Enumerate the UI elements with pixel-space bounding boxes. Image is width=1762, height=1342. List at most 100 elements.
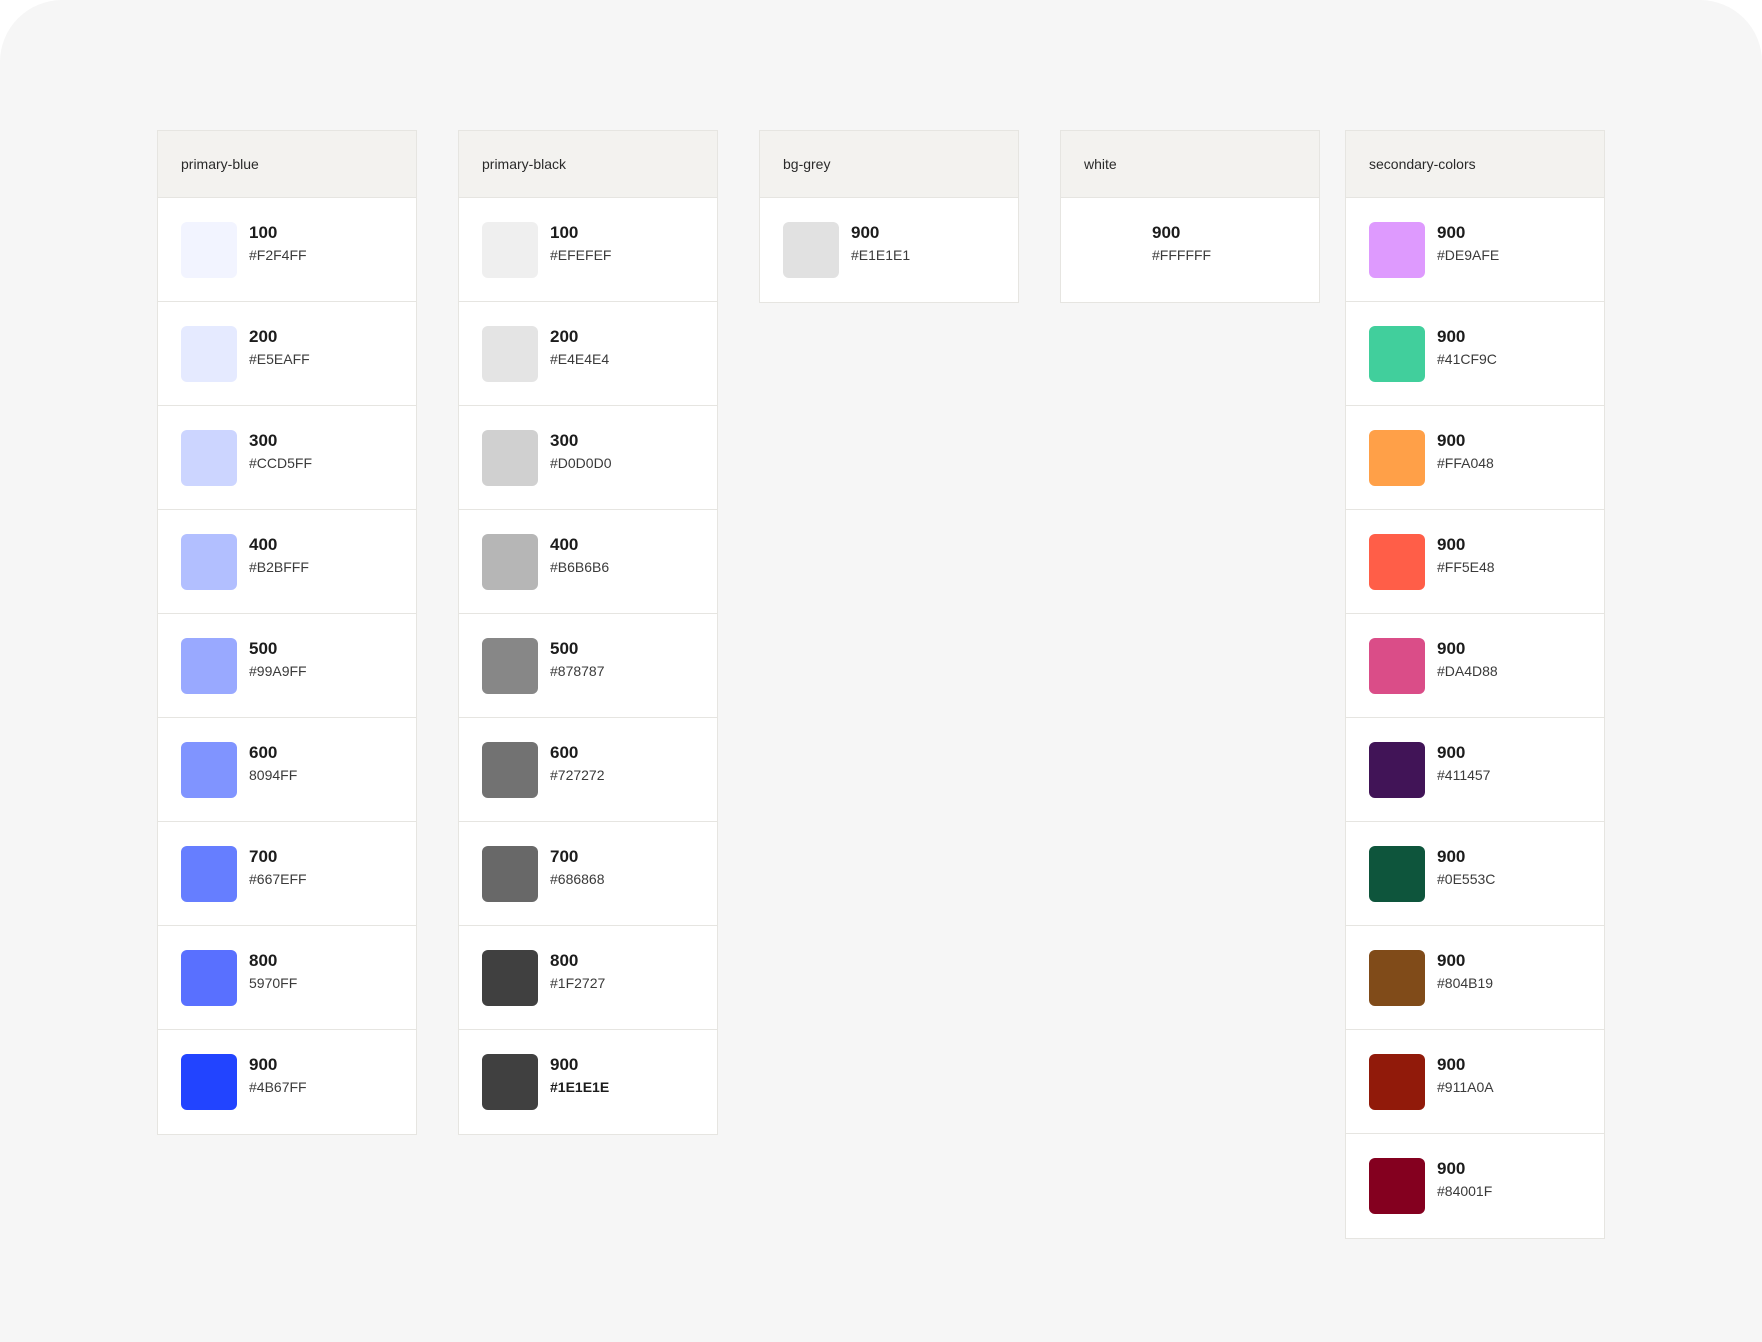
color-chip	[181, 845, 237, 902]
swatch-row: 400 #B2BFFF	[158, 510, 416, 614]
swatch-info: 900 #DE9AFE	[1437, 223, 1499, 265]
swatch-info: 100 #EFEFEF	[550, 223, 611, 265]
swatch-info: 300 #CCD5FF	[249, 431, 312, 473]
swatch-hex: #DE9AFE	[1437, 246, 1500, 263]
swatch-shade: 900	[1437, 638, 1466, 658]
swatch-info: 900 #411457	[1437, 743, 1490, 785]
swatch-shade: 900	[1437, 742, 1466, 762]
swatch-row: 900 #4B67FF	[158, 1030, 416, 1134]
palette-primary-black: primary-black 100 #EFEFEF 200 #E4E4E4 300 #D0D…	[458, 130, 718, 1135]
swatch-row: 400 #B6B6B6	[459, 510, 717, 614]
swatch-hex: #0E553C	[1437, 870, 1496, 887]
color-chip	[482, 533, 538, 590]
swatch-info: 300 #D0D0D0	[550, 431, 611, 473]
swatch-shade: 900	[1437, 534, 1466, 554]
swatch-hex: #FFA048	[1437, 454, 1494, 471]
color-chip	[1369, 1158, 1425, 1214]
swatch-hex: 8094FF	[249, 766, 298, 783]
swatch-info: 900 #84001F	[1437, 1159, 1492, 1201]
color-palette-canvas: primary-blue 100 #F2F4FF 200 #E5EAFF 300 #CCD5…	[0, 0, 1762, 1342]
swatch-info: 800 #1F2727	[550, 951, 605, 993]
color-chip	[482, 949, 538, 1006]
palette-primary-blue: primary-blue 100 #F2F4FF 200 #E5EAFF 300 #CCD5…	[157, 130, 417, 1135]
swatch-info: 400 #B6B6B6	[550, 535, 609, 577]
swatch-row: 900 #911A0A	[1346, 1030, 1604, 1134]
swatch-row: 700 #667EFF	[158, 822, 416, 926]
swatch-shade: 600	[249, 742, 278, 762]
swatch-shade: 500	[249, 638, 278, 658]
swatch-shade: 300	[550, 430, 579, 450]
swatch-hex: #E4E4E4	[550, 350, 610, 367]
swatch-row: 900 #1E1E1E	[459, 1030, 717, 1134]
swatch-hex: #FF5E48	[1437, 558, 1495, 575]
color-chip	[1369, 533, 1425, 590]
swatch-shade: 900	[1437, 222, 1466, 242]
color-chip	[1369, 1053, 1425, 1110]
swatch-info: 900 #DA4D88	[1437, 639, 1498, 681]
swatch-hex: #804B19	[1437, 974, 1494, 991]
swatch-info: 600 8094FF	[249, 743, 297, 785]
swatch-shade: 900	[1437, 950, 1466, 970]
color-chip	[181, 637, 237, 694]
swatch-hex: #1E1E1E	[550, 1079, 610, 1095]
palette-header: primary-black	[459, 131, 717, 198]
swatch-hex: #E5EAFF	[249, 350, 310, 367]
swatch-row: 200 #E5EAFF	[158, 302, 416, 406]
swatch-shade: 900	[1437, 1054, 1466, 1074]
swatch-hex: 5970FF	[249, 974, 298, 991]
swatch-shade: 200	[550, 326, 579, 346]
swatch-info: 900 #1E1E1E	[550, 1055, 609, 1097]
color-chip	[1369, 429, 1425, 486]
swatch-row: 500 #878787	[459, 614, 717, 718]
swatch-info: 700 #686868	[550, 847, 605, 889]
swatch-shade: 400	[550, 534, 579, 554]
swatch-hex: #686868	[550, 870, 605, 887]
color-chip	[1369, 741, 1425, 798]
swatch-info: 800 5970FF	[249, 951, 297, 993]
color-chip	[482, 845, 538, 902]
swatch-info: 900 #41CF9C	[1437, 327, 1497, 369]
swatch-info: 900 #804B19	[1437, 951, 1493, 993]
swatch-shade: 900	[550, 1055, 579, 1074]
swatch-hex: #D0D0D0	[550, 454, 612, 471]
swatch-info: 200 #E5EAFF	[249, 327, 310, 369]
swatch-shade: 900	[1437, 430, 1466, 450]
palette-secondary-colors: secondary-colors 900 #DE9AFE 900 #41CF9C 900 #…	[1345, 130, 1605, 1239]
swatch-row: 900 #411457	[1346, 718, 1604, 822]
swatch-row: 300 #D0D0D0	[459, 406, 717, 510]
palette-header: white	[1061, 131, 1319, 198]
color-chip	[482, 429, 538, 486]
palette-header: bg-grey	[760, 131, 1018, 198]
swatch-hex: #878787	[550, 662, 605, 679]
swatch-row: 900 #DE9AFE	[1346, 198, 1604, 302]
swatch-hex: #EFEFEF	[550, 246, 612, 263]
swatch-hex: #E1E1E1	[851, 247, 911, 263]
swatch-hex: #4B67FF	[249, 1079, 307, 1095]
color-chip	[482, 221, 538, 278]
color-chip	[181, 325, 237, 382]
color-chip	[1369, 949, 1425, 1006]
swatch-hex: #B6B6B6	[550, 558, 610, 575]
swatch-info: 500 #878787	[550, 639, 605, 681]
swatch-info: 200 #E4E4E4	[550, 327, 609, 369]
swatch-row: 600 #727272	[459, 718, 717, 822]
swatch-hex: #FFFFFF	[1152, 247, 1212, 263]
swatch-hex: #411457	[1437, 766, 1491, 783]
swatch-info: 700 #667EFF	[249, 847, 307, 889]
swatch-row: 100 #F2F4FF	[158, 198, 416, 302]
swatch-row: 300 #CCD5FF	[158, 406, 416, 510]
swatch-shade: 900	[249, 1055, 278, 1074]
swatch-info: 100 #F2F4FF	[249, 223, 307, 265]
swatch-hex: #41CF9C	[1437, 350, 1497, 367]
swatch-shade: 800	[550, 950, 579, 970]
swatch-shade: 900	[851, 223, 880, 242]
swatch-info: 900 #FFA048	[1437, 431, 1494, 473]
swatch-row: 900 #41CF9C	[1346, 302, 1604, 406]
swatch-shade: 100	[249, 222, 278, 242]
swatch-shade: 200	[249, 326, 278, 346]
swatch-hex: #F2F4FF	[249, 246, 307, 263]
swatch-hex: #CCD5FF	[249, 454, 313, 471]
swatch-info: 900 #FFFFFF	[1152, 223, 1211, 265]
swatch-hex: #727272	[550, 766, 605, 783]
color-chip	[181, 949, 237, 1006]
